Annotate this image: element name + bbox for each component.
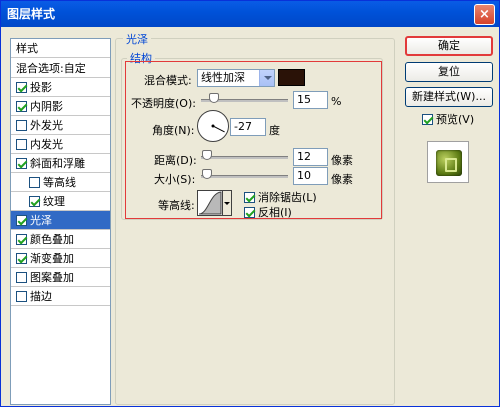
angle-input[interactable]: -27 (230, 118, 266, 136)
style-list-item-label: 外发光 (30, 119, 63, 132)
style-checkbox[interactable] (16, 291, 27, 302)
style-checkbox[interactable] (16, 101, 27, 112)
style-preview (427, 141, 469, 183)
invert-checkbox-box[interactable] (244, 207, 255, 218)
blend-mode-value: 线性加深 (201, 71, 245, 84)
antialias-checkbox-box[interactable] (244, 192, 255, 203)
angle-unit: 度 (269, 124, 280, 137)
style-checkbox[interactable] (16, 139, 27, 150)
style-list-header[interactable]: 样式 (11, 39, 110, 58)
opacity-input[interactable]: 15 (293, 91, 328, 109)
style-list-item-label: 渐变叠加 (30, 252, 74, 265)
layer-style-dialog: 图层样式 × 样式 混合选项:自定 投影 内阴影 外发光 内发光 斜面和浮雕 等高线 纹理 光泽颜… (0, 0, 500, 407)
angle-label: 角度(N): (152, 124, 195, 137)
style-list-item-label: 光泽 (30, 214, 52, 227)
style-list-item-label: 斜面和浮雕 (30, 157, 85, 170)
style-list-item[interactable]: 纹理 (11, 192, 110, 211)
distance-unit: 像素 (331, 154, 353, 167)
distance-slider[interactable] (201, 156, 288, 159)
style-list-item[interactable]: 等高线 (11, 173, 110, 192)
style-list-item[interactable]: 颜色叠加 (11, 230, 110, 249)
style-checkbox[interactable] (16, 158, 27, 169)
style-list-item-label: 颜色叠加 (30, 233, 74, 246)
size-label: 大小(S): (154, 173, 196, 186)
invert-label: 反相(I) (258, 206, 292, 219)
style-list-item[interactable]: 内阴影 (11, 97, 110, 116)
style-list-item[interactable]: 投影 (11, 78, 110, 97)
opacity-slider-thumb[interactable] (209, 93, 220, 103)
style-list-item-label: 纹理 (43, 195, 65, 208)
style-checkbox[interactable] (16, 272, 27, 283)
preview-checkbox-box[interactable] (422, 114, 433, 125)
style-checkbox[interactable] (29, 177, 40, 188)
style-list-item-label: 投影 (30, 81, 52, 94)
style-checkbox[interactable] (16, 120, 27, 131)
style-list-item[interactable]: 渐变叠加 (11, 249, 110, 268)
style-list-item-label: 混合选项:自定 (16, 62, 86, 75)
style-list-item-label: 描边 (30, 290, 52, 303)
style-list-item-label: 内阴影 (30, 100, 63, 113)
distance-slider-thumb[interactable] (202, 150, 212, 160)
style-list-item-label: 图案叠加 (30, 271, 74, 284)
size-slider-thumb[interactable] (202, 169, 212, 179)
antialias-label: 消除锯齿(L) (258, 191, 317, 204)
style-checkbox[interactable] (16, 234, 27, 245)
angle-dial-needle (211, 124, 225, 133)
satin-color-swatch[interactable] (278, 69, 305, 86)
style-list-item-label: 等高线 (43, 176, 76, 189)
new-style-button[interactable]: 新建样式(W)... (405, 87, 493, 107)
blend-mode-label: 混合模式: (144, 74, 192, 87)
close-button[interactable]: × (474, 4, 495, 25)
style-checkbox[interactable] (16, 253, 27, 264)
chevron-down-icon (259, 70, 274, 86)
size-unit: 像素 (331, 173, 353, 186)
style-list-item[interactable]: 外发光 (11, 116, 110, 135)
style-list-item[interactable]: 描边 (11, 287, 110, 306)
opacity-label: 不透明度(O): (131, 97, 196, 110)
opacity-unit: % (331, 95, 342, 108)
distance-input[interactable]: 12 (293, 148, 328, 166)
style-checkbox[interactable] (29, 196, 40, 207)
style-list-item[interactable]: 光泽 (11, 211, 110, 230)
distance-label: 距离(D): (154, 154, 197, 167)
blend-mode-select[interactable]: 线性加深 (197, 69, 275, 87)
antialias-checkbox[interactable]: 消除锯齿(L) (244, 189, 317, 205)
contour-label: 等高线: (158, 199, 195, 212)
contour-curve-icon (198, 191, 222, 215)
satin-group-title: 光泽 (123, 31, 151, 47)
preview-checkbox[interactable]: 预览(V) (422, 111, 474, 127)
style-list-item[interactable]: 斜面和浮雕 (11, 154, 110, 173)
angle-dial[interactable] (197, 110, 229, 142)
invert-checkbox[interactable]: 反相(I) (244, 204, 292, 220)
style-checkbox[interactable] (16, 82, 27, 93)
close-icon: × (479, 7, 490, 22)
contour-dropdown-button[interactable] (223, 190, 232, 216)
style-list-item-label: 内发光 (30, 138, 63, 151)
reset-button[interactable]: 复位 (405, 62, 493, 82)
style-list-item[interactable]: 内发光 (11, 135, 110, 154)
contour-picker[interactable] (197, 190, 223, 216)
dialog-title: 图层样式 (7, 7, 56, 21)
size-slider[interactable] (201, 175, 288, 178)
style-checkbox[interactable] (16, 215, 27, 226)
style-list-item[interactable]: 混合选项:自定 (11, 59, 110, 78)
title-bar[interactable]: 图层样式 (1, 1, 499, 27)
preview-label: 预览(V) (436, 113, 475, 126)
style-list: 样式混合选项:自定投影内阴影外发光内发光斜面和浮雕等高线纹理光泽颜色叠加渐变叠加… (10, 38, 111, 405)
preview-thumbnail-icon (436, 150, 462, 176)
ok-button[interactable]: 确定 (405, 36, 493, 56)
size-input[interactable]: 10 (293, 167, 328, 185)
style-list-item[interactable]: 图案叠加 (11, 268, 110, 287)
